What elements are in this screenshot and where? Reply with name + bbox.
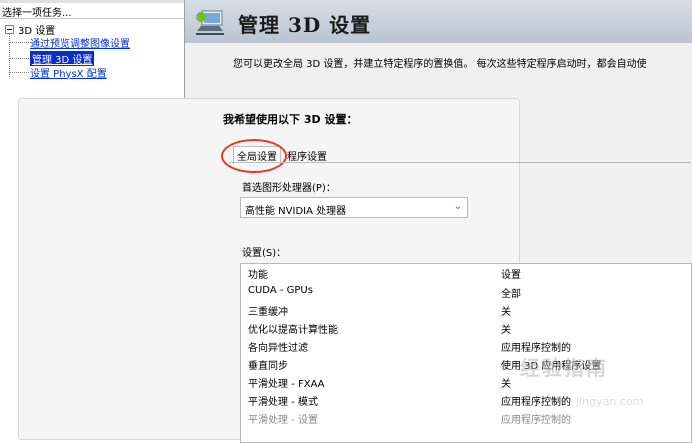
- chevron-down-icon[interactable]: ⌄: [454, 201, 462, 212]
- setting-cell: 应用程序控制的: [501, 415, 571, 426]
- feature-cell: 平滑处理 - 模式: [248, 397, 318, 408]
- settings-table: 功能 设置 CUDA - GPUs 全部 三重缓冲 关 优化以提高计算性能 关 …: [240, 263, 692, 443]
- page-title: 管理 3D 设置: [238, 13, 372, 37]
- table-header-row: 功能 设置: [241, 264, 691, 282]
- tree-item-manage-3d-settings[interactable]: 管理 3D 设置: [9, 50, 95, 66]
- column-header-feature: 功能: [248, 270, 268, 281]
- table-row[interactable]: CUDA - GPUs 全部: [241, 283, 691, 301]
- table-row[interactable]: 各向异性过滤 应用程序控制的: [241, 337, 691, 355]
- feature-cell: 各向异性过滤: [248, 343, 308, 354]
- tree-connector: [9, 71, 29, 73]
- preferred-gpu-label: 首选图形处理器(P)：: [242, 183, 336, 194]
- task-pane-title: 选择一项任务...: [2, 8, 72, 19]
- tree-root-3d-settings[interactable]: 3D 设置: [5, 23, 55, 37]
- watermark-url: jingyan.com: [576, 395, 644, 408]
- watermark: 经验指南: [520, 356, 608, 380]
- table-row[interactable]: 三重缓冲 关: [241, 301, 691, 319]
- setting-cell[interactable]: 应用程序控制的: [501, 393, 571, 408]
- nvidia-3d-settings-icon: [196, 10, 224, 35]
- setting-cell[interactable]: 关: [501, 321, 511, 336]
- column-header-setting: 设置: [501, 270, 521, 281]
- table-row[interactable]: 优化以提高计算性能 关: [241, 319, 691, 337]
- divider: [0, 18, 184, 19]
- table-row: 平滑处理 - 设置 应用程序控制的: [241, 409, 691, 427]
- annotation-circle: [221, 139, 287, 173]
- settings-label: 设置(S)：: [242, 248, 287, 259]
- setting-cell[interactable]: 关: [501, 303, 511, 318]
- feature-cell: 优化以提高计算性能: [248, 325, 338, 336]
- tree-item-label[interactable]: 管理 3D 设置: [30, 50, 95, 66]
- setting-cell[interactable]: 关: [501, 375, 511, 390]
- feature-cell: 平滑处理 - FXAA: [248, 379, 325, 390]
- tree-item-preview-image-settings[interactable]: 通过预览调整图像设置: [9, 35, 130, 50]
- setting-cell[interactable]: 全部: [501, 285, 521, 300]
- table-row[interactable]: 垂直同步 使用 3D 应用程序设置: [241, 355, 691, 373]
- feature-cell: 三重缓冲: [248, 307, 288, 318]
- top-strip: [0, 0, 184, 3]
- preferred-gpu-select[interactable]: 高性能 NVIDIA 处理器 ⌄: [240, 197, 468, 218]
- tab-divider: [229, 162, 691, 163]
- feature-cell: 垂直同步: [248, 361, 288, 372]
- tree-connector: [9, 57, 29, 59]
- feature-cell: CUDA - GPUs: [248, 285, 313, 296]
- page-description: 您可以更改全局 3D 设置，并建立特定程序的置换值。 每次这些特定程序启动时，都…: [233, 59, 647, 70]
- tree-item-label[interactable]: 通过预览调整图像设置: [30, 35, 130, 50]
- tab-program-settings[interactable]: 程序设置: [287, 148, 327, 163]
- tree-item-physx-configuration[interactable]: 设置 PhysX 配置: [9, 65, 107, 80]
- tree-item-label[interactable]: 设置 PhysX 配置: [30, 65, 107, 80]
- preferred-gpu-value: 高性能 NVIDIA 处理器: [245, 206, 347, 217]
- panel-heading: 我希望使用以下 3D 设置：: [223, 113, 358, 126]
- page-header: 管理 3D 设置: [185, 0, 692, 43]
- table-row[interactable]: 平滑处理 - FXAA 关: [241, 373, 691, 391]
- feature-cell: 平滑处理 - 设置: [248, 415, 318, 426]
- tree-connector: [9, 41, 29, 43]
